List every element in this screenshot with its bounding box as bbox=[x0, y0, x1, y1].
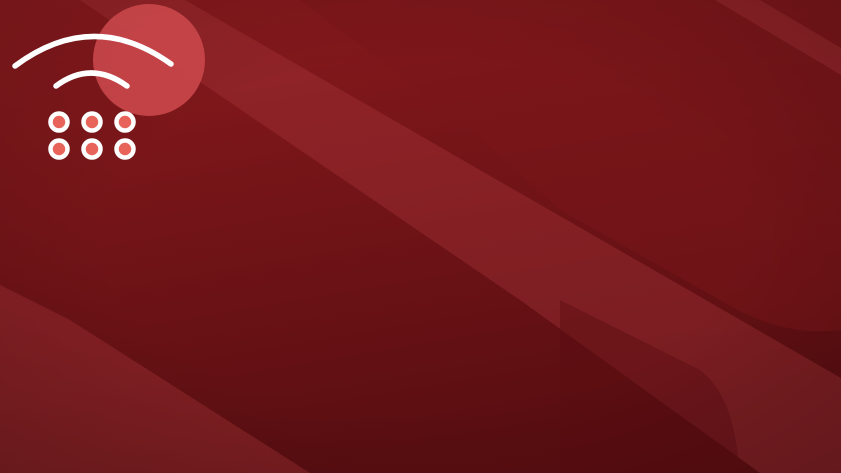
accent-circle bbox=[93, 4, 205, 116]
wifi-keypad-icon bbox=[12, 4, 205, 160]
keypad-dots bbox=[48, 111, 136, 160]
keypad-dot bbox=[114, 111, 136, 133]
keypad-dot bbox=[48, 111, 70, 133]
keypad-dot bbox=[48, 138, 70, 160]
keypad-dot bbox=[81, 111, 103, 133]
background-graphic bbox=[0, 0, 841, 473]
keypad-dot bbox=[114, 138, 136, 160]
keypad-dot bbox=[81, 138, 103, 160]
